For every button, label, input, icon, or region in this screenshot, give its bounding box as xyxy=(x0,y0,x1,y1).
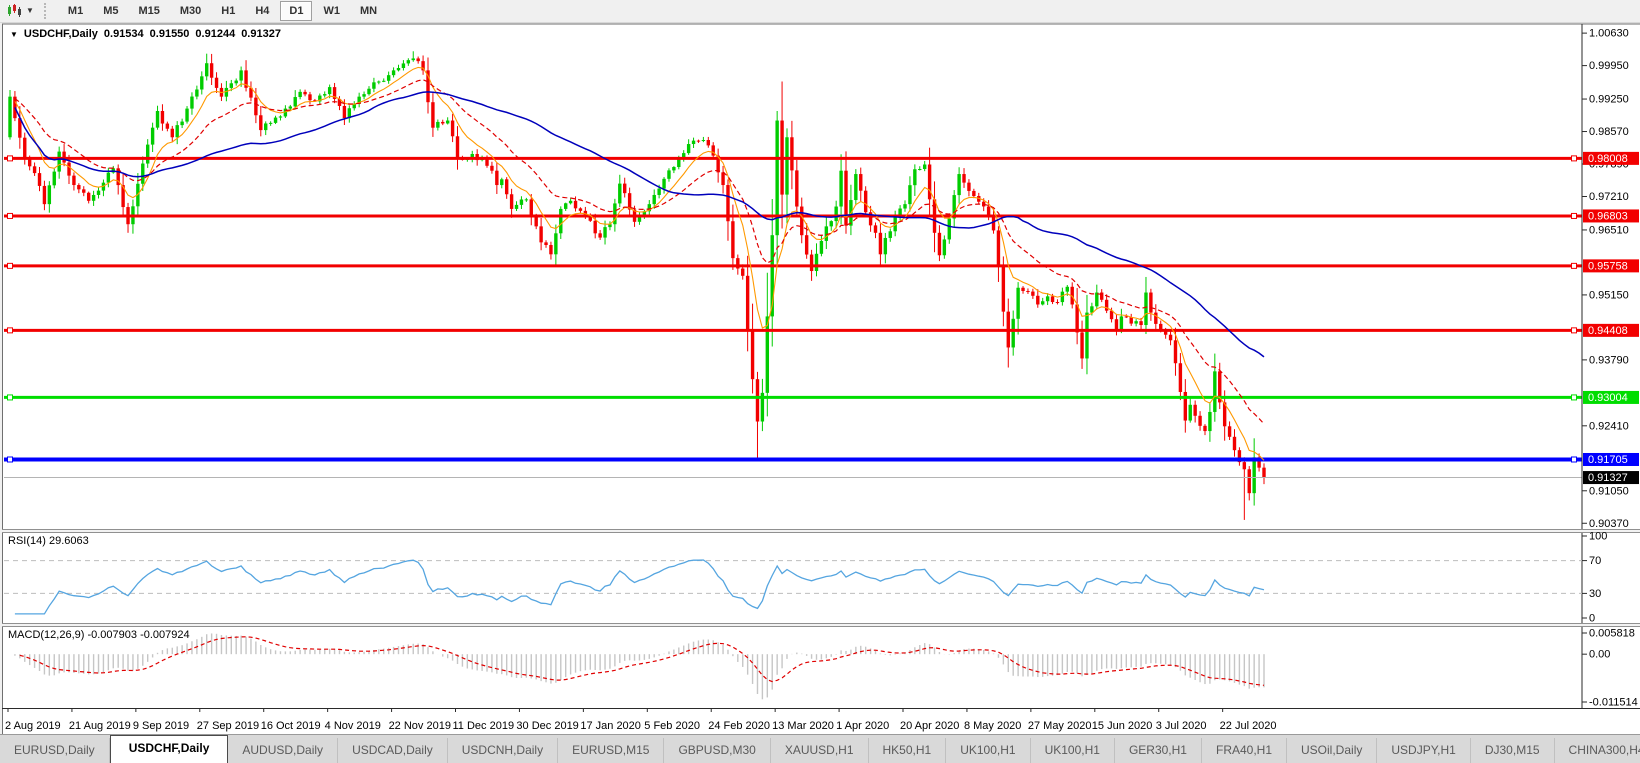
date-axis-label: 17 Jan 2020 xyxy=(580,720,641,732)
rsi-axis-tick: 70 xyxy=(1589,555,1601,567)
chart-window-title: ▼ USDCHF,Daily 0.91534 0.91550 0.91244 0… xyxy=(10,28,281,40)
chart-tab-uk100-h1[interactable]: UK100,H1 xyxy=(946,738,1031,763)
chart-symbol-title: USDCHF,Daily xyxy=(23,28,98,40)
price-axis-tick: 0.97210 xyxy=(1589,191,1629,203)
chart-tab-uk100-h1[interactable]: UK100,H1 xyxy=(1031,738,1115,763)
price-axis-tick: 0.93790 xyxy=(1589,354,1629,366)
timeframe-button-m30[interactable]: M30 xyxy=(171,1,210,21)
chart-tab-usdcnh-daily[interactable]: USDCNH,Daily xyxy=(448,738,559,763)
toolbar-drag-handle[interactable] xyxy=(43,3,50,19)
svg-text:0.94408: 0.94408 xyxy=(1588,325,1628,337)
svg-text:0.95758: 0.95758 xyxy=(1588,260,1628,272)
date-axis-label: 27 May 2020 xyxy=(1028,720,1092,732)
chart-tab-usdjpy-h1[interactable]: USDJPY,H1 xyxy=(1377,738,1471,763)
ohlc-high: 0.91550 xyxy=(149,28,190,40)
rsi-axis-tick: 100 xyxy=(1589,531,1607,543)
price-line-label-0.95758: 0.95758 xyxy=(1583,259,1639,273)
chart-tab-hk50-h1[interactable]: HK50,H1 xyxy=(869,738,947,763)
macd-axis-tick: 0.00 xyxy=(1589,649,1610,661)
chart-tab-gbpusd-m30[interactable]: GBPUSD,M30 xyxy=(664,738,771,763)
date-axis-label: 11 Dec 2019 xyxy=(453,720,515,732)
chart-tab-audusd-daily[interactable]: AUDUSD,Daily xyxy=(228,738,339,763)
chart-title-caret-icon[interactable]: ▼ xyxy=(10,30,18,39)
rsi-pane[interactable] xyxy=(4,531,1582,623)
svg-text:0.93004: 0.93004 xyxy=(1588,392,1628,404)
timeframe-button-d1[interactable]: D1 xyxy=(280,1,313,21)
date-axis-label: 21 Aug 2019 xyxy=(69,720,131,732)
top-toolbar: ▼ M1 M5 M15 M30 H1 H4 D1 W1 MN xyxy=(0,0,1640,23)
timeframe-button-m5[interactable]: M5 xyxy=(94,1,127,21)
svg-text:0.96803: 0.96803 xyxy=(1588,210,1628,222)
svg-text:0.91705: 0.91705 xyxy=(1588,454,1628,466)
date-axis-label: 13 Mar 2020 xyxy=(772,720,834,732)
ohlc-low: 0.91244 xyxy=(195,28,236,40)
price-axis-tick: 0.98570 xyxy=(1589,126,1629,138)
date-axis-label: 24 Feb 2020 xyxy=(708,720,770,732)
date-axis-label: 22 Nov 2019 xyxy=(389,720,451,732)
price-axis-tick: 0.99250 xyxy=(1589,94,1629,106)
date-axis-label: 4 Nov 2019 xyxy=(325,720,381,732)
date-axis-label: 16 Oct 2019 xyxy=(261,720,321,732)
chart-canvas: 1.006300.999500.992500.985700.978900.972… xyxy=(2,23,1640,735)
price-axis-tick: 0.96510 xyxy=(1589,224,1629,236)
timeframe-button-m15[interactable]: M15 xyxy=(129,1,168,21)
chart-type-dropdown-icon[interactable]: ▼ xyxy=(26,7,34,15)
chart-tab-xauusd-h1[interactable]: XAUUSD,H1 xyxy=(771,738,869,763)
date-axis-label: 15 Jun 2020 xyxy=(1092,720,1153,732)
rsi-axis-tick: 0 xyxy=(1589,613,1595,625)
svg-text:0.91327: 0.91327 xyxy=(1588,472,1628,484)
date-axis-label: 3 Jul 2020 xyxy=(1156,720,1207,732)
timeframe-button-m1[interactable]: M1 xyxy=(59,1,92,21)
date-axis-label: 5 Feb 2020 xyxy=(644,720,700,732)
macd-axis-tick: 0.005818 xyxy=(1589,628,1635,640)
ohlc-open: 0.91534 xyxy=(103,28,144,40)
price-axis-tick: 1.00630 xyxy=(1589,28,1629,40)
date-axis-label: 20 Apr 2020 xyxy=(900,720,959,732)
date-axis-label: 2 Aug 2019 xyxy=(5,720,61,732)
chart-tab-ger30-h1[interactable]: GER30,H1 xyxy=(1115,738,1202,763)
chart-tab-fra40-h1[interactable]: FRA40,H1 xyxy=(1202,738,1288,763)
macd-indicator-label: MACD(12,26,9) -0.007903 -0.007924 xyxy=(8,629,190,641)
date-axis-label: 27 Sep 2019 xyxy=(197,720,259,732)
price-axis-tick: 0.91050 xyxy=(1589,485,1629,497)
rsi-indicator-label: RSI(14) 29.6063 xyxy=(8,535,89,547)
timeframe-button-mn[interactable]: MN xyxy=(351,1,386,21)
date-axis-label: 22 Jul 2020 xyxy=(1220,720,1277,732)
price-line-label-0.91705: 0.91705 xyxy=(1583,452,1639,466)
price-axis-tick: 0.90370 xyxy=(1589,518,1629,530)
chart-tab-bar: EURUSD,Daily USDCHF,Daily AUDUSD,Daily USDC… xyxy=(0,734,1640,763)
timeframe-button-h4[interactable]: H4 xyxy=(246,1,278,21)
date-axis-label: 9 Sep 2019 xyxy=(133,720,189,732)
price-line-label-0.98008: 0.98008 xyxy=(1583,151,1639,165)
date-axis-label: 30 Dec 2019 xyxy=(516,720,578,732)
price-axis-tick: 0.92410 xyxy=(1589,420,1629,432)
chart-tab-china300-h4[interactable]: CHINA300,H4 xyxy=(1555,738,1640,763)
chart-tab-usdcad-daily[interactable]: USDCAD,Daily xyxy=(338,738,448,763)
chart-tab-eurusd-m15[interactable]: EURUSD,M15 xyxy=(558,738,665,763)
price-line-label-0.93004: 0.93004 xyxy=(1583,390,1639,404)
rsi-axis-tick: 30 xyxy=(1589,588,1601,600)
price-axis-tick: 0.99950 xyxy=(1589,60,1629,72)
chart-tab-eurusd-daily[interactable]: EURUSD,Daily xyxy=(0,738,110,763)
date-axis-label: 8 May 2020 xyxy=(964,720,1021,732)
date-axis-label: 1 Apr 2020 xyxy=(836,720,889,732)
timeframe-button-w1[interactable]: W1 xyxy=(314,1,349,21)
timeframe-button-h1[interactable]: H1 xyxy=(212,1,244,21)
price-axis-tick: 0.95150 xyxy=(1589,289,1629,301)
price-line-label-0.91327: 0.91327 xyxy=(1583,471,1639,485)
chart-tab-usoil-daily[interactable]: USOil,Daily xyxy=(1287,738,1378,763)
chart-type-button[interactable]: ▼ xyxy=(3,2,38,20)
macd-axis-tick: -0.011514 xyxy=(1589,697,1638,709)
price-line-label-0.94408: 0.94408 xyxy=(1583,323,1639,337)
chart-tab-usdchf-daily[interactable]: USDCHF,Daily xyxy=(109,735,229,763)
timeframe-button-group: M1 M5 M15 M30 H1 H4 D1 W1 MN xyxy=(58,1,387,21)
svg-text:0.98008: 0.98008 xyxy=(1588,153,1628,165)
candlestick-chart-icon xyxy=(8,4,21,17)
chart-tab-dj30-m15[interactable]: DJ30,M15 xyxy=(1471,738,1555,763)
ohlc-close: 0.91327 xyxy=(241,28,281,40)
price-line-label-0.96803: 0.96803 xyxy=(1583,209,1639,223)
macd-pane[interactable] xyxy=(4,625,1582,708)
main-chart-plot-area[interactable] xyxy=(4,25,1582,529)
